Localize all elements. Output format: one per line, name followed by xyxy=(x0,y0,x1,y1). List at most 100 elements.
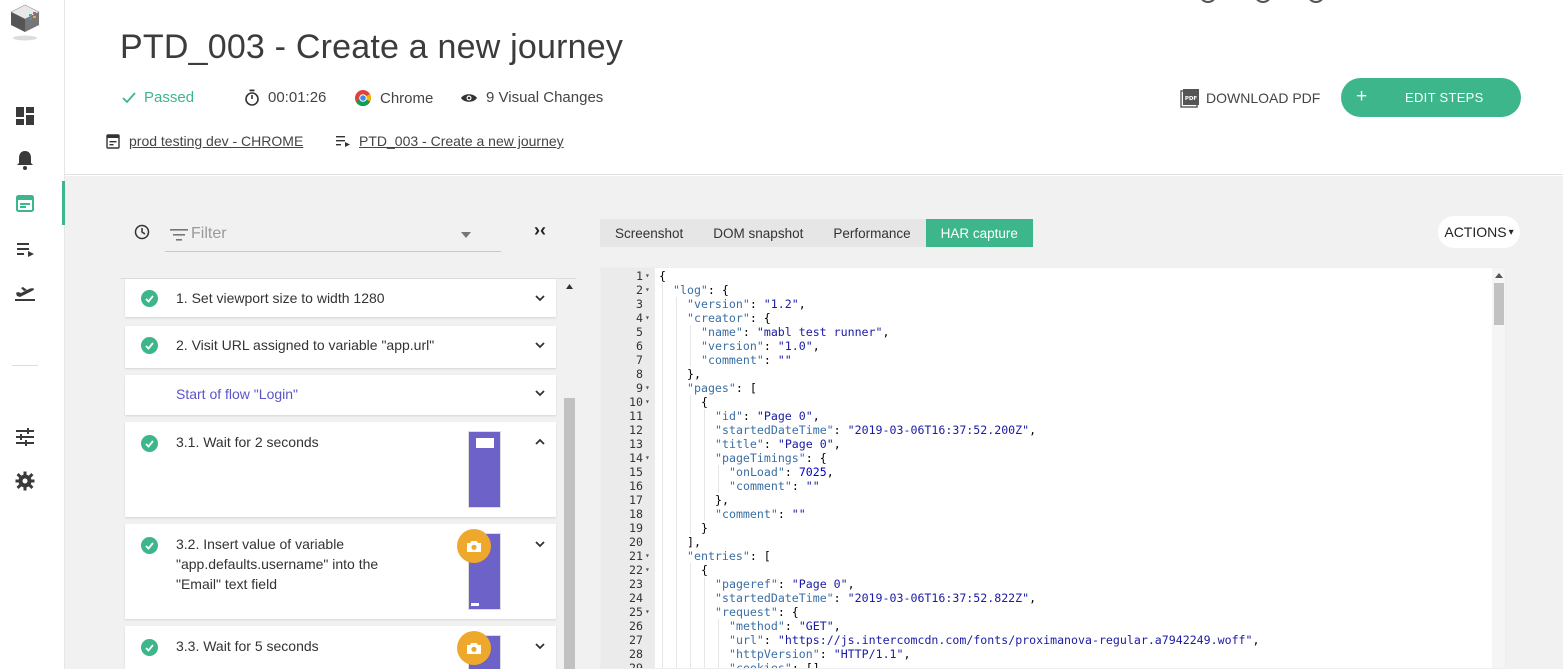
indent-guide xyxy=(676,493,677,507)
scroll-up-icon[interactable] xyxy=(1495,273,1503,278)
chevron-down-icon[interactable] xyxy=(534,640,546,652)
status-text: Passed xyxy=(144,89,195,106)
line-source: "comment": "" xyxy=(715,507,806,521)
flow-label: Start of flow "Login" xyxy=(176,386,299,402)
tab-screenshot[interactable]: Screenshot xyxy=(600,219,698,247)
calendar-icon[interactable] xyxy=(13,191,37,215)
line-number: 14 xyxy=(629,451,643,465)
download-pdf-button[interactable]: PDF DOWNLOAD PDF xyxy=(1180,87,1320,109)
flight-takeoff-icon[interactable] xyxy=(13,280,37,304)
step-item[interactable]: 3.2. Insert value of variable "app.defau… xyxy=(125,524,556,619)
fold-toggle-icon[interactable]: ▾ xyxy=(645,395,650,409)
line-number: 24 xyxy=(629,591,643,605)
tab-har-capture[interactable]: HAR capture xyxy=(925,219,1033,247)
fold-toggle-icon[interactable]: ▾ xyxy=(645,451,650,465)
history-icon[interactable] xyxy=(134,224,150,240)
fold-toggle-icon[interactable]: ▾ xyxy=(645,311,650,325)
indent-guide xyxy=(662,661,663,668)
indent-guide xyxy=(690,507,691,521)
camera-icon[interactable] xyxy=(457,631,491,665)
app-logo[interactable] xyxy=(8,2,42,42)
camera-icon[interactable] xyxy=(457,529,491,563)
token: } xyxy=(701,521,708,535)
editor-scrollbar-thumb[interactable] xyxy=(1494,283,1504,325)
dashboard-icon[interactable] xyxy=(13,104,37,128)
chevron-down-icon[interactable] xyxy=(534,538,546,550)
token: "method" xyxy=(729,619,785,633)
indent-guide xyxy=(662,283,663,297)
tune-icon[interactable] xyxy=(13,425,37,449)
edit-steps-label: EDIT STEPS xyxy=(1405,90,1484,105)
filter-placeholder: Filter xyxy=(191,225,227,242)
token: : [ xyxy=(735,381,757,395)
indent-guide xyxy=(690,479,691,493)
chevron-down-icon[interactable] xyxy=(534,387,546,399)
fold-toggle-icon[interactable]: ▾ xyxy=(645,381,650,395)
step-list-scrollbar[interactable] xyxy=(564,280,575,669)
flow-start-item[interactable]: Start of flow "Login" xyxy=(125,375,556,415)
plan-breadcrumb[interactable]: prod testing dev - CHROME xyxy=(106,133,303,149)
step-screenshot-thumbnail[interactable] xyxy=(468,431,501,508)
tab-performance[interactable]: Performance xyxy=(818,219,925,247)
indent-guide xyxy=(704,605,705,619)
chevron-down-icon[interactable] xyxy=(534,339,546,351)
line-source: ], xyxy=(687,535,701,549)
filter-dropdown[interactable]: Filter xyxy=(165,217,501,252)
token: "entries" xyxy=(687,549,750,563)
token: : xyxy=(819,647,834,661)
chevron-down-icon[interactable] xyxy=(534,292,546,304)
actions-menu-button[interactable]: ACTIONS ▾ xyxy=(1438,216,1520,248)
token: "" xyxy=(791,507,806,521)
test-breadcrumb[interactable]: PTD_003 - Create a new journey xyxy=(336,133,564,149)
playlist-icon[interactable] xyxy=(13,237,37,261)
indent-guide xyxy=(662,507,663,521)
tab-dom-snapshot[interactable]: DOM snapshot xyxy=(698,219,818,247)
indent-guide xyxy=(676,605,677,619)
indent-guide xyxy=(690,661,691,668)
line-source: }, xyxy=(715,493,729,507)
check-circle-icon xyxy=(141,290,158,307)
scroll-up-icon[interactable] xyxy=(566,284,573,289)
token: , xyxy=(1029,423,1037,437)
edit-steps-button[interactable]: + EDIT STEPS xyxy=(1341,78,1521,117)
indent-guide xyxy=(676,479,677,493)
indent-guide xyxy=(690,437,691,451)
gear-icon[interactable] xyxy=(13,469,37,493)
indent-guide xyxy=(662,605,663,619)
filter-icon xyxy=(170,229,188,241)
step-item[interactable]: 3.1. Wait for 2 seconds xyxy=(125,422,556,517)
line-source: "url": "https://js.intercomcdn.com/fonts… xyxy=(729,633,1260,647)
token: : { xyxy=(749,311,771,325)
har-code-editor[interactable]: 1 ▾{2 ▾ "log": {3 "version": "1.2", 4 ▾ "creato… xyxy=(600,267,1506,669)
editor-scrollbar[interactable] xyxy=(1492,268,1505,668)
indent-guide xyxy=(676,339,677,353)
step-item[interactable]: 1. Set viewport size to width 1280 xyxy=(125,279,556,317)
plan-link[interactable]: prod testing dev - CHROME xyxy=(129,133,303,149)
token: : xyxy=(833,591,848,605)
collapse-panel-icon[interactable]: ›‹ xyxy=(534,220,546,241)
token: "startedDateTime" xyxy=(715,591,834,605)
token: : xyxy=(742,325,757,339)
indent-guide xyxy=(704,409,705,423)
indent-guide xyxy=(718,661,719,668)
fold-toggle-icon[interactable]: ▾ xyxy=(645,549,650,563)
step-item[interactable]: 2. Visit URL assigned to variable "app.u… xyxy=(125,326,556,368)
indent-guide xyxy=(704,647,705,661)
fold-toggle-icon[interactable]: ▾ xyxy=(645,605,650,619)
test-link[interactable]: PTD_003 - Create a new journey xyxy=(359,133,564,149)
indent-guide xyxy=(662,591,663,605)
visual-changes-link[interactable]: 9 Visual Changes xyxy=(460,89,603,106)
chevron-up-icon[interactable] xyxy=(534,436,546,448)
scrollbar-thumb[interactable] xyxy=(564,398,575,669)
fold-toggle-icon[interactable]: ▾ xyxy=(645,269,650,283)
actions-label: ACTIONS xyxy=(1444,224,1507,240)
token: "mabl test runner" xyxy=(756,325,883,339)
top-toolbar-icons[interactable] xyxy=(1198,0,1328,4)
fold-toggle-icon[interactable]: ▾ xyxy=(645,563,650,577)
step-item[interactable]: 3.3. Wait for 5 seconds xyxy=(125,626,556,669)
fold-toggle-icon[interactable]: ▾ xyxy=(645,283,650,297)
bell-icon[interactable] xyxy=(13,148,37,172)
indent-guide xyxy=(690,339,691,353)
token: "log" xyxy=(673,283,708,297)
line-source: "httpVersion": "HTTP/1.1", xyxy=(729,647,911,661)
